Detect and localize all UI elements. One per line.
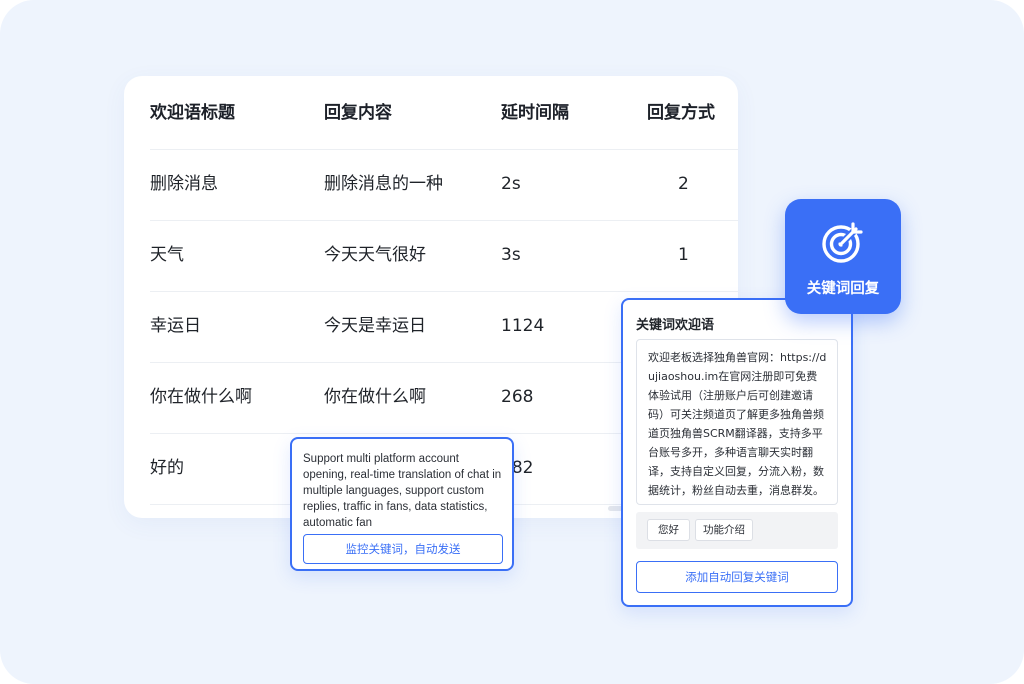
keyword-reply-badge: 关键词回复 bbox=[785, 199, 901, 314]
table-row[interactable]: 天气 今天天气很好 3s 1 bbox=[150, 220, 738, 292]
add-auto-reply-button[interactable]: 添加自动回复关键词 bbox=[636, 561, 838, 593]
row-delay: 268 bbox=[501, 387, 534, 407]
table-header-row: 欢迎语标题 回复内容 延时间隔 回复方式 bbox=[150, 78, 738, 150]
row-content: 今天天气很好 bbox=[324, 245, 426, 265]
keyword-chip-hello[interactable]: 您好 bbox=[647, 519, 690, 541]
row-content: 今天是幸运日 bbox=[324, 316, 426, 336]
keyword-chip-features[interactable]: 功能介绍 bbox=[695, 519, 753, 541]
target-icon bbox=[822, 222, 863, 263]
monitor-keyword-button[interactable]: 监控关键词，自动发送 bbox=[303, 534, 503, 564]
header-title: 欢迎语标题 bbox=[150, 103, 235, 123]
row-title: 天气 bbox=[150, 245, 184, 265]
badge-label: 关键词回复 bbox=[806, 281, 880, 297]
feature-tooltip: Support multi platform account opening, … bbox=[290, 437, 514, 571]
header-delay: 延时间隔 bbox=[501, 103, 569, 123]
row-title: 删除消息 bbox=[150, 174, 218, 194]
row-delay: 2s bbox=[501, 174, 521, 194]
row-title: 你在做什么啊 bbox=[150, 387, 252, 407]
welcome-card-title: 关键词欢迎语 bbox=[636, 318, 715, 333]
row-content: 你在做什么啊 bbox=[324, 387, 426, 407]
table-row[interactable]: 删除消息 删除消息的一种 2s 2 bbox=[150, 149, 738, 221]
keyword-welcome-card: 关键词欢迎语 欢迎老板选择独角兽官网：https://dujiaoshou.im… bbox=[621, 298, 853, 607]
row-title: 好的 bbox=[150, 458, 184, 478]
header-reply-content: 回复内容 bbox=[324, 103, 392, 123]
welcome-message-text[interactable]: 欢迎老板选择独角兽官网：https://dujiaoshou.im在官网注册即可… bbox=[636, 339, 838, 505]
tooltip-text: Support multi platform account opening, … bbox=[303, 453, 502, 529]
row-delay: 1124 bbox=[501, 316, 545, 336]
header-reply-method: 回复方式 bbox=[647, 103, 715, 123]
row-delay: 3s bbox=[501, 245, 521, 265]
row-method: 2 bbox=[678, 174, 689, 194]
row-title: 幸运日 bbox=[150, 316, 201, 336]
row-content: 删除消息的一种 bbox=[324, 174, 443, 194]
keyword-chip-bar: 您好 功能介绍 bbox=[636, 512, 838, 549]
row-method: 1 bbox=[678, 245, 689, 265]
background-canvas: 欢迎语标题 回复内容 延时间隔 回复方式 删除消息 删除消息的一种 2s 2 天… bbox=[0, 0, 1024, 684]
